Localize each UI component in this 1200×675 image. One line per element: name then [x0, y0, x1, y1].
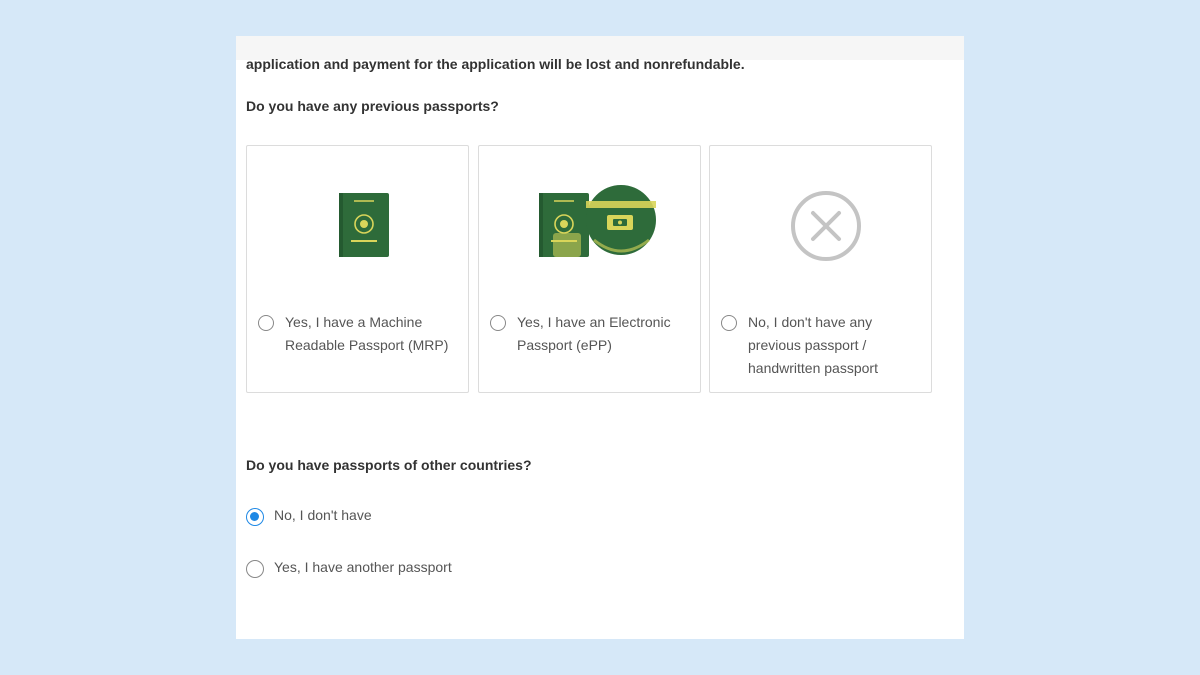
form-panel: application and payment for the applicat…: [236, 36, 964, 639]
epp-option-label: Yes, I have an Electronic Passport (ePP): [517, 314, 671, 353]
mrp-radio[interactable]: [258, 315, 274, 331]
no-passport-option-card[interactable]: No, I don't have any previous passport /…: [709, 145, 932, 393]
other-countries-question: Do you have passports of other countries…: [246, 457, 532, 473]
intro-text: application and payment for the applicat…: [246, 56, 745, 72]
no-other-passport-label: No, I don't have: [274, 507, 372, 523]
another-passport-label: Yes, I have another passport: [274, 559, 452, 575]
epassport-chip-icon: [479, 182, 700, 268]
no-other-passport-radio[interactable]: [246, 508, 264, 526]
mrp-option-card[interactable]: Yes, I have a Machine Readable Passport …: [246, 145, 469, 393]
no-passport-option-label: No, I don't have any previous passport /…: [748, 314, 878, 376]
another-passport-radio[interactable]: [246, 560, 264, 578]
mrp-option-label: Yes, I have a Machine Readable Passport …: [285, 314, 449, 353]
mrp-passport-icon: [247, 182, 468, 268]
previous-passports-question: Do you have any previous passports?: [246, 98, 499, 114]
epp-option-card[interactable]: Yes, I have an Electronic Passport (ePP): [478, 145, 701, 393]
no-passport-x-icon: [710, 182, 931, 268]
epp-radio[interactable]: [490, 315, 506, 331]
no-passport-radio[interactable]: [721, 315, 737, 331]
